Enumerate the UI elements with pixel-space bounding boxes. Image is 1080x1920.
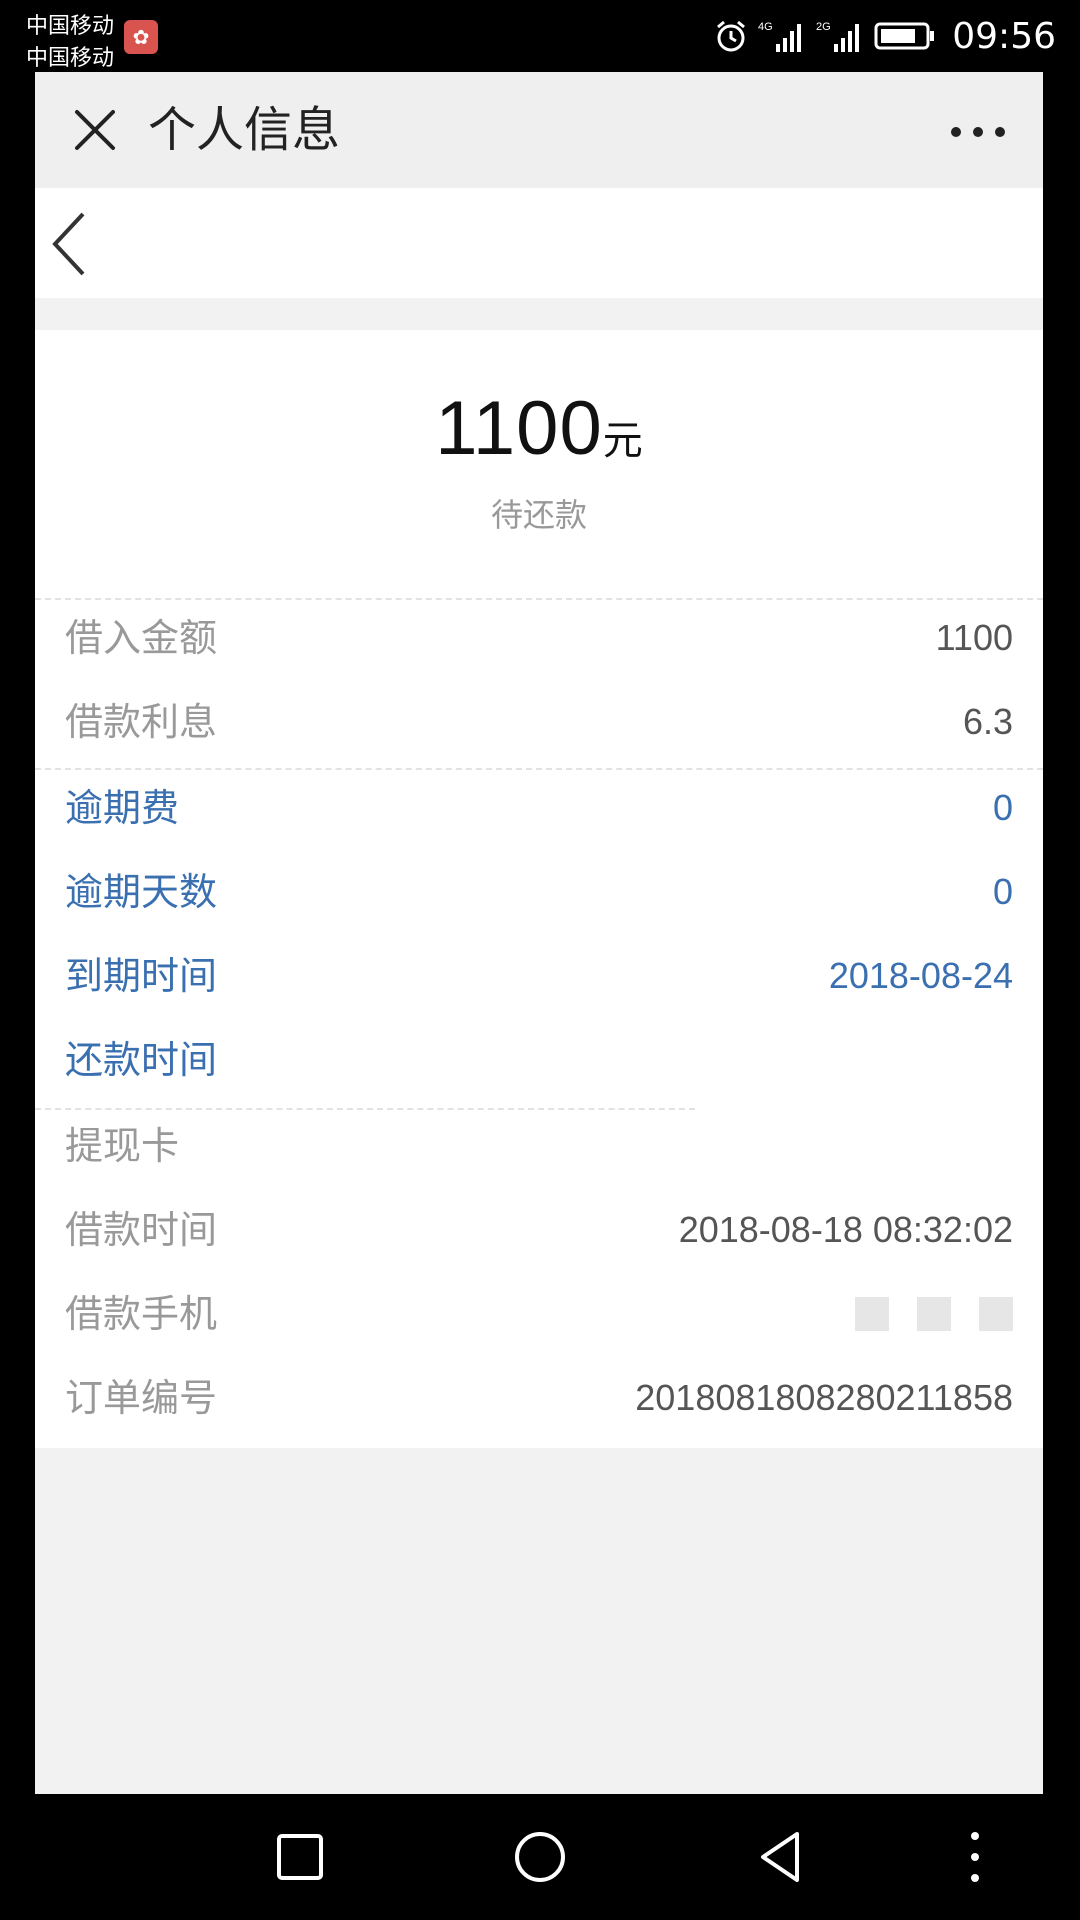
detail-label: 提现卡 [65, 1124, 180, 1168]
system-navigation-bar [0, 1794, 1080, 1920]
more-options-button[interactable] [943, 112, 1013, 152]
detail-row-loan-phone: 借款手机 [65, 1284, 1013, 1344]
page-title: 个人信息 [148, 102, 341, 158]
signal-4g-icon: 4G [758, 18, 806, 54]
status-icons: 4G 2G 09:56 [714, 14, 1056, 58]
detail-row-interest: 借款利息 6.3 [65, 692, 1013, 752]
detail-row-repayment-time: 还款时间 [65, 1030, 1013, 1090]
detail-label: 到期时间 [65, 954, 218, 998]
detail-value: 0 [992, 787, 1013, 828]
amount-unit: 元 [602, 418, 643, 464]
amount-due: 1100元 [35, 385, 1043, 472]
back-button[interactable] [43, 206, 103, 282]
vertical-dots-icon [971, 1832, 979, 1882]
detail-row-withdrawal-card: 提现卡 [65, 1116, 1013, 1176]
title-bar: 个人信息 [35, 72, 1043, 188]
amount-value: 1100 [435, 386, 603, 471]
status-bar: 中国移动 中国移动 ✿ 4G 2G 09:56 [0, 0, 1080, 72]
detail-label: 订单编号 [65, 1376, 218, 1420]
amount-label: 待还款 [490, 496, 587, 534]
redaction-block [917, 1297, 951, 1331]
redaction-block [979, 1297, 1013, 1331]
detail-value: 1100 [935, 617, 1013, 658]
detail-value: 2018-08-24 [828, 955, 1013, 996]
divider [35, 1108, 695, 1110]
loan-detail-card: 1100元 待还款 借入金额 1100 借款利息 6.3 逾期费 0 逾期天数 … [35, 330, 1043, 1448]
detail-row-borrowed-amount: 借入金额 1100 [65, 608, 1013, 668]
triangle-back-icon [761, 1832, 799, 1882]
detail-row-overdue-fee: 逾期费 0 [65, 778, 1013, 838]
status-time: 09:56 [952, 15, 1056, 57]
recent-apps-button[interactable] [265, 1822, 335, 1892]
navigation-bar [35, 188, 1043, 298]
detail-value: 6.3 [962, 701, 1013, 742]
close-button[interactable] [65, 100, 125, 160]
detail-row-due-date: 到期时间 2018-08-24 [65, 946, 1013, 1006]
detail-row-loan-time: 借款时间 2018-08-18 08:32:02 [65, 1200, 1013, 1260]
more-dots-icon [951, 127, 1005, 137]
chevron-left-icon [52, 212, 85, 276]
carrier-name-1: 中国移动 [26, 14, 115, 39]
masked-phone-number [855, 1292, 1013, 1336]
battery-icon [874, 21, 936, 51]
detail-value: 2018-08-18 08:32:02 [678, 1209, 1013, 1250]
detail-row-overdue-days: 逾期天数 0 [65, 862, 1013, 922]
redaction-block [855, 1297, 889, 1331]
detail-row-order-number: 订单编号 20180818082802118​58 [65, 1368, 1013, 1428]
detail-label: 借款手机 [65, 1292, 218, 1336]
notification-app-icon: ✿ [124, 20, 158, 54]
square-icon [277, 1834, 323, 1880]
carrier-name-2: 中国移动 [26, 46, 115, 71]
alarm-icon [714, 19, 748, 53]
back-nav-button[interactable] [745, 1822, 815, 1892]
network-label-1: 4G [758, 21, 773, 33]
detail-label: 逾期费 [65, 786, 180, 830]
phone-screen: 中国移动 中国移动 ✿ 4G 2G 09:56 个人信息 1100元 待还款 借… [0, 0, 1080, 1920]
webview-container: 个人信息 1100元 待还款 借入金额 1100 借款利息 6.3 逾期费 0 … [35, 72, 1043, 1794]
home-button[interactable] [505, 1822, 575, 1892]
signal-2g-icon: 2G [816, 18, 864, 54]
divider [35, 598, 1043, 600]
close-icon [75, 110, 115, 150]
detail-label: 借款利息 [65, 700, 218, 744]
divider [35, 768, 1043, 770]
detail-label: 逾期天数 [65, 870, 218, 914]
circle-icon [515, 1832, 565, 1882]
network-label-2: 2G [816, 21, 831, 33]
detail-label: 还款时间 [65, 1038, 218, 1082]
detail-label: 借入金额 [65, 616, 218, 660]
detail-label: 借款时间 [65, 1208, 218, 1252]
nav-menu-button[interactable] [955, 1822, 995, 1892]
detail-value: 20180818082802118​58 [635, 1377, 1013, 1418]
detail-value: 0 [992, 871, 1013, 912]
